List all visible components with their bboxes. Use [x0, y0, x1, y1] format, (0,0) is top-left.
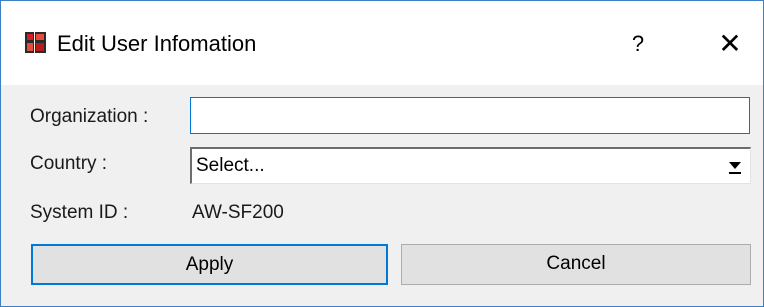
window-title: Edit User Infomation — [57, 31, 257, 56]
system-id-value: AW-SF200 — [192, 202, 284, 223]
country-select[interactable]: Select... — [190, 147, 751, 184]
edit-user-dialog: Edit User Infomation ? ✕ Organization : … — [0, 0, 764, 307]
cancel-button[interactable]: Cancel — [401, 244, 751, 285]
apply-button[interactable]: Apply — [31, 244, 388, 285]
organization-label: Organization : — [30, 106, 149, 127]
country-select-value: Select... — [196, 155, 265, 176]
organization-input[interactable] — [190, 97, 750, 134]
country-label: Country : — [30, 153, 108, 174]
close-button[interactable]: ✕ — [711, 23, 749, 65]
title-bar: Edit User Infomation ? ✕ — [1, 1, 763, 85]
system-id-label: System ID : — [30, 202, 129, 223]
help-button[interactable]: ? — [619, 23, 657, 65]
dropdown-arrow-icon[interactable] — [726, 155, 744, 177]
app-logo-icon — [25, 32, 46, 53]
